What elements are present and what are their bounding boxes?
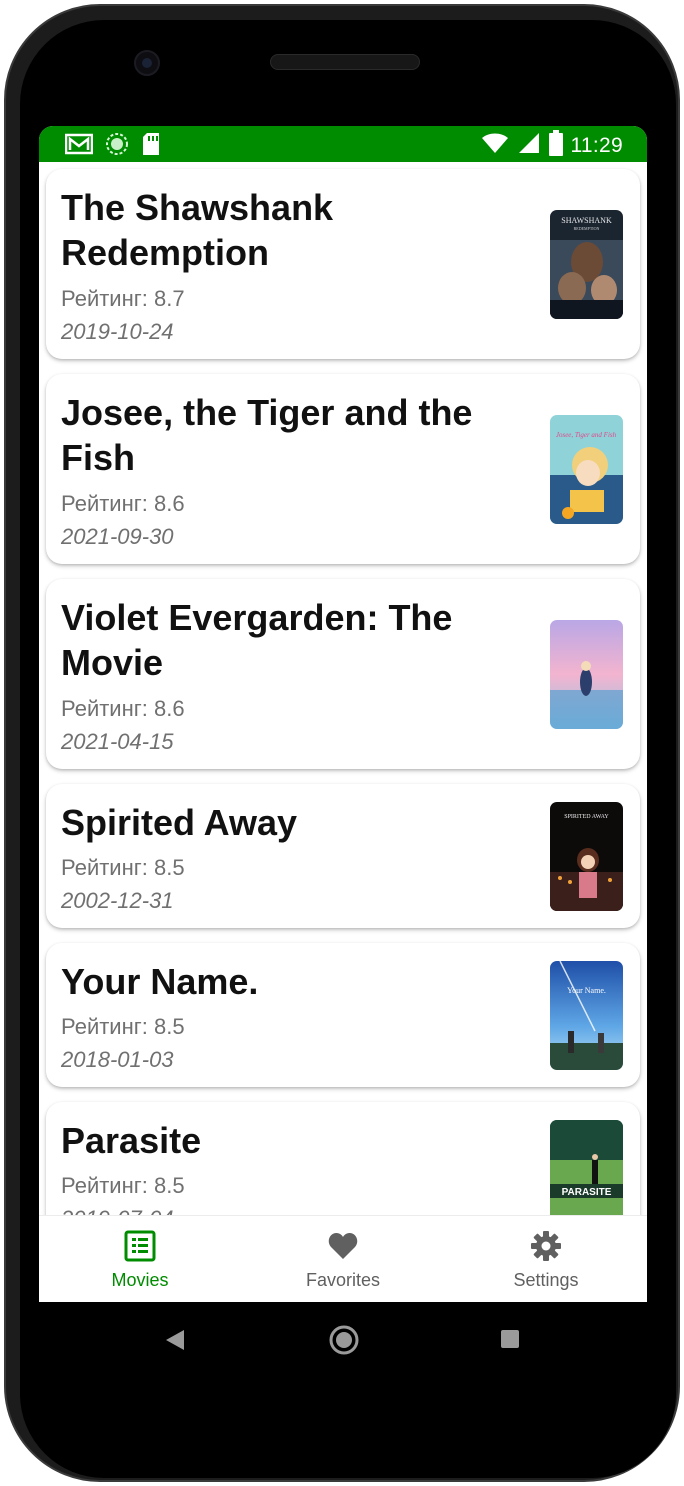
parasite-poster-text: PARASITE <box>562 1187 612 1198</box>
movie-card[interactable]: Violet Evergarden: The Movie Рейтинг: 8.… <box>46 579 640 769</box>
screen: 11:29 The Shawshank Redemption Рейтинг: … <box>39 126 647 1302</box>
your-name-poster-text: Your Name. <box>567 986 606 995</box>
movie-title: Your Name. <box>61 961 259 1002</box>
movie-card[interactable]: Josee, the Tiger and the Fish Рейтинг: 8… <box>46 374 640 564</box>
movie-list[interactable]: The Shawshank Redemption Рейтинг: 8.7 20… <box>39 162 647 1215</box>
movie-rating: Рейтинг: 8.5 <box>61 1014 185 1039</box>
status-left-icons <box>64 132 161 161</box>
shawshank-poster-subtext: REDEMPTION <box>574 226 600 231</box>
movie-date: 2019-10-24 <box>61 319 174 344</box>
parasite-poster: PARASITE <box>550 1120 623 1215</box>
device-frame: 11:29 The Shawshank Redemption Рейтинг: … <box>0 0 684 1486</box>
movie-rating: Рейтинг: 8.5 <box>61 855 185 880</box>
spirited-away-poster: SPIRITED AWAY <box>550 802 623 911</box>
movie-rating: Рейтинг: 8.6 <box>61 696 185 721</box>
movie-card[interactable]: Spirited Away Рейтинг: 8.5 2002-12-31 SP… <box>46 784 640 928</box>
nav-item-favorites[interactable]: Favorites <box>242 1216 444 1302</box>
nav-label-settings: Settings <box>513 1270 579 1290</box>
movie-card[interactable]: Your Name. Рейтинг: 8.5 2018-01-03 Your … <box>46 943 640 1087</box>
gmail-icon <box>64 133 94 160</box>
android-navigation-bar <box>39 1302 647 1376</box>
movie-date: 2021-04-15 <box>61 729 174 754</box>
movie-date: 2018-01-03 <box>61 1047 174 1072</box>
shawshank-poster-text: SHAWSHANK <box>561 216 612 225</box>
sync-icon <box>105 132 129 161</box>
your-name-poster: Your Name. <box>550 961 623 1070</box>
front-camera <box>134 50 160 76</box>
sd-card-icon <box>141 132 161 161</box>
back-icon[interactable] <box>164 1328 186 1357</box>
movie-title: The Shawshank Redemption <box>61 187 334 273</box>
home-icon[interactable] <box>329 1325 359 1360</box>
josee-poster: Josee, Tiger and Fish <box>550 415 623 524</box>
movie-date: 2021-09-30 <box>61 524 174 549</box>
heart-icon <box>327 1230 359 1262</box>
nav-label-movies: Movies <box>111 1270 169 1290</box>
status-bar: 11:29 <box>39 126 647 162</box>
nav-item-settings[interactable]: Settings <box>445 1216 647 1302</box>
movie-rating: Рейтинг: 8.7 <box>61 286 185 311</box>
signal-icon <box>517 132 541 159</box>
movie-title: Spirited Away <box>61 802 298 843</box>
earpiece-speaker <box>270 54 420 70</box>
gear-icon <box>530 1230 562 1262</box>
movie-title: Parasite <box>61 1120 202 1161</box>
status-right-icons: 11:29 <box>481 130 624 161</box>
movie-title: Violet Evergarden: The Movie <box>61 597 453 683</box>
movie-date: 2002-12-31 <box>61 888 174 913</box>
movie-card[interactable]: Parasite Рейтинг: 8.5 2019-07-04 PARASIT… <box>46 1102 640 1215</box>
movie-rating: Рейтинг: 8.5 <box>61 1173 185 1198</box>
recents-icon[interactable] <box>500 1329 520 1354</box>
movie-date: 2019-07-04 <box>61 1206 174 1215</box>
status-time: 11:29 <box>570 133 623 157</box>
movie-rating: Рейтинг: 8.6 <box>61 491 185 516</box>
movie-card[interactable]: The Shawshank Redemption Рейтинг: 8.7 20… <box>46 169 640 359</box>
movie-title: Josee, the Tiger and the Fish <box>61 392 473 478</box>
spirited-away-poster-text: SPIRITED AWAY <box>564 814 609 820</box>
violet-evergarden-poster <box>550 620 623 729</box>
wifi-icon <box>481 132 509 159</box>
nav-item-movies[interactable]: Movies <box>39 1216 241 1302</box>
list-icon <box>124 1230 156 1262</box>
bottom-navigation: Movies Favorites Settings <box>39 1215 647 1302</box>
josee-poster-text: Josee, Tiger and Fish <box>556 431 617 439</box>
shawshank-poster: SHAWSHANK REDEMPTION <box>550 210 623 319</box>
nav-label-favorites: Favorites <box>305 1270 381 1290</box>
battery-icon <box>548 130 563 161</box>
